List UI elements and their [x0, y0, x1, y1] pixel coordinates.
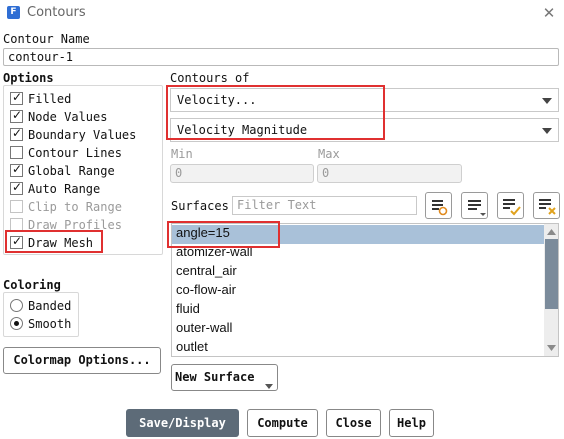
select-all-surfaces-button[interactable]	[497, 192, 524, 219]
scroll-down-icon[interactable]	[547, 345, 556, 351]
surfaces-label: Surfaces	[171, 199, 229, 213]
checkbox-unchecked-icon[interactable]	[10, 146, 23, 159]
new-surface-button[interactable]: New Surface	[171, 364, 278, 391]
coloring-smooth[interactable]: Smooth	[10, 315, 71, 332]
option-filled[interactable]: Filled	[10, 90, 71, 107]
list-check-icon	[503, 199, 521, 216]
contours-of-quantity-select[interactable]: Velocity Magnitude	[170, 118, 559, 142]
surfaces-list: angle=15 atomizer-wall central_air co-fl…	[171, 223, 559, 357]
surface-item-angle-15[interactable]: angle=15	[176, 225, 230, 244]
quantity-value: Velocity Magnitude	[177, 123, 308, 137]
checkbox-checked-icon[interactable]	[10, 90, 23, 105]
category-value: Velocity...	[177, 93, 257, 107]
option-label: Global Range	[28, 163, 115, 178]
title-bar: F Contours ✕	[0, 0, 564, 26]
chevron-down-icon	[542, 98, 552, 104]
radio-on-icon[interactable]	[10, 317, 23, 330]
list-options-button[interactable]	[461, 192, 488, 219]
coloring-group: Banded Smooth	[3, 292, 79, 337]
scrollbar-thumb[interactable]	[545, 239, 558, 309]
deselect-all-surfaces-button[interactable]	[533, 192, 560, 219]
option-node-values[interactable]: Node Values	[10, 108, 107, 125]
min-field: 0	[170, 164, 314, 183]
compute-button[interactable]: Compute	[247, 409, 318, 437]
option-label: Node Values	[28, 109, 108, 124]
option-auto-range[interactable]: Auto Range	[10, 180, 100, 197]
surfaces-scrollbar[interactable]	[544, 224, 558, 356]
checkbox-checked-icon[interactable]	[10, 126, 23, 141]
close-icon[interactable]: ✕	[538, 3, 560, 23]
min-label: Min	[171, 147, 193, 161]
surface-item-outer-wall[interactable]: outer-wall	[176, 320, 232, 339]
option-label: Draw Mesh	[28, 235, 94, 250]
option-clip-to-range: Clip to Range	[10, 198, 122, 215]
checkbox-disabled-icon	[10, 218, 23, 231]
close-button[interactable]: Close	[326, 409, 381, 437]
option-label: Draw Profiles	[28, 217, 122, 232]
coloring-label: Coloring	[3, 278, 61, 292]
option-global-range[interactable]: Global Range	[10, 162, 115, 179]
filter-text-input[interactable]: Filter Text	[232, 196, 417, 215]
option-label: Contour Lines	[28, 145, 122, 160]
surface-item-co-flow-air[interactable]: co-flow-air	[176, 282, 236, 301]
app-icon: F	[7, 6, 20, 19]
options-label: Options	[3, 71, 54, 85]
chevron-down-icon	[265, 384, 273, 389]
surface-item-outlet[interactable]: outlet	[176, 339, 208, 356]
contour-name-field[interactable]: contour-1	[3, 48, 559, 66]
contour-name-label: Contour Name	[3, 32, 90, 46]
checkbox-disabled-icon	[10, 200, 23, 213]
save-display-button[interactable]: Save/Display	[126, 409, 239, 437]
radio-off-icon[interactable]	[10, 299, 23, 312]
options-group: Filled Node Values Boundary Values Conto…	[3, 85, 163, 255]
select-all-button[interactable]	[425, 192, 452, 219]
contours-of-label: Contours of	[170, 71, 250, 85]
option-label: Boundary Values	[28, 127, 137, 142]
contours-of-category-select[interactable]: Velocity...	[170, 88, 559, 112]
list-clear-icon	[539, 199, 556, 215]
checkbox-checked-icon[interactable]	[10, 234, 23, 249]
help-button[interactable]: Help	[389, 409, 434, 437]
scroll-up-icon[interactable]	[547, 229, 556, 235]
option-label: Clip to Range	[28, 199, 122, 214]
checkbox-checked-icon[interactable]	[10, 108, 23, 123]
surface-item-fluid[interactable]: fluid	[176, 301, 200, 320]
coloring-banded[interactable]: Banded	[10, 297, 71, 314]
max-field: 0	[317, 164, 462, 183]
option-contour-lines[interactable]: Contour Lines	[10, 144, 122, 161]
list-select-icon	[432, 200, 448, 216]
option-draw-mesh[interactable]: Draw Mesh	[10, 234, 93, 251]
surface-item-atomizer-wall[interactable]: atomizer-wall	[176, 244, 253, 263]
surface-item-central-air[interactable]: central_air	[176, 263, 237, 282]
window-title: Contours	[27, 5, 86, 20]
checkbox-checked-icon[interactable]	[10, 162, 23, 177]
colormap-options-button[interactable]: Colormap Options...	[3, 347, 161, 374]
coloring-option-label: Banded	[28, 298, 72, 313]
max-label: Max	[318, 147, 340, 161]
option-draw-profiles: Draw Profiles	[10, 216, 122, 233]
option-boundary-values[interactable]: Boundary Values	[10, 126, 136, 143]
checkbox-checked-icon[interactable]	[10, 180, 23, 195]
option-label: Filled	[28, 91, 72, 106]
new-surface-label: New Surface	[175, 370, 255, 384]
coloring-option-label: Smooth	[28, 316, 72, 331]
option-label: Auto Range	[28, 181, 101, 196]
chevron-down-icon	[542, 128, 552, 134]
contours-dialog: F Contours ✕ Contour Name contour-1 Opti…	[0, 0, 564, 439]
list-menu-icon	[468, 200, 486, 216]
